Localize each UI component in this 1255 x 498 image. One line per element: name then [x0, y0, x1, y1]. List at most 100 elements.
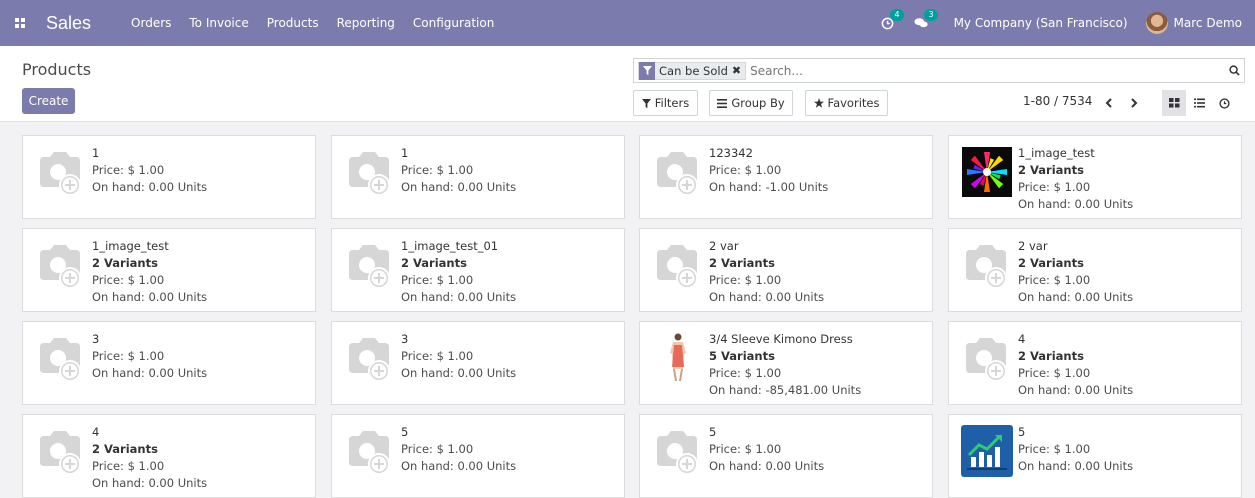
product-price: Price: $ 1.00: [401, 442, 474, 456]
product-card[interactable]: 4 2 Variants Price: $ 1.00 On hand: 0.00 Un…: [948, 321, 1242, 405]
create-button[interactable]: Create: [22, 88, 75, 114]
product-name: 3/4 Sleeve Kimono Dress: [709, 332, 853, 346]
list-view-button[interactable]: [1187, 90, 1211, 116]
group-by-button[interactable]: Group By: [709, 90, 793, 116]
product-price: Price: $ 1.00: [92, 349, 165, 363]
filter-icon: [641, 98, 651, 108]
camera-placeholder-icon: [344, 425, 396, 477]
product-name: 3: [92, 332, 100, 346]
menu-orders[interactable]: Orders: [131, 16, 171, 30]
product-price: Price: $ 1.00: [1018, 366, 1091, 380]
product-info: 5 Price: $ 1.00 On hand: 0.00 Units: [709, 424, 929, 475]
menu-configuration[interactable]: Configuration: [413, 16, 494, 30]
camera-placeholder-icon: [35, 239, 87, 291]
product-on-hand: On hand: 0.00 Units: [92, 366, 208, 380]
filters-label: Filters: [654, 96, 690, 110]
facet-label: Can be Sold: [659, 63, 728, 78]
search-icon[interactable]: [1224, 65, 1244, 76]
avatar: [1145, 12, 1168, 34]
favorites-label: Favorites: [827, 96, 880, 110]
product-variants: 2 Variants: [401, 256, 467, 270]
product-card[interactable]: 5 Price: $ 1.00 On hand: 0.00 Units: [639, 414, 933, 498]
product-name: 123342: [709, 146, 753, 160]
pager-next-button[interactable]: [1122, 90, 1146, 116]
product-info: 3 Price: $ 1.00 On hand: 0.00 Units: [401, 331, 621, 382]
product-name: 3: [401, 332, 409, 346]
product-card[interactable]: 2 var 2 Variants Price: $ 1.00 On hand: 0.0…: [639, 228, 933, 312]
product-info: 4 2 Variants Price: $ 1.00 On hand: 0.00 Un…: [1018, 331, 1238, 399]
product-info: 3/4 Sleeve Kimono Dress 5 Variants Price: …: [709, 331, 929, 399]
product-card[interactable]: 123342 Price: $ 1.00 On hand: -1.00 Units: [639, 135, 933, 219]
product-card[interactable]: 1_image_test_01 2 Variants Price: $ 1.00 On…: [331, 228, 625, 312]
product-card[interactable]: 2 var 2 Variants Price: $ 1.00 On hand: 0.0…: [948, 228, 1242, 312]
product-on-hand: On hand: 0.00 Units: [401, 366, 517, 380]
product-on-hand: On hand: 0.00 Units: [401, 459, 517, 473]
product-name: 4: [1018, 332, 1026, 346]
product-on-hand: On hand: 0.00 Units: [92, 290, 208, 304]
control-panel: Products Create Can be Sold ✖ Filters Gr…: [0, 46, 1255, 122]
facet-remove-icon[interactable]: ✖: [732, 64, 745, 77]
filters-button[interactable]: Filters: [633, 90, 698, 116]
menu-to-invoice[interactable]: To Invoice: [189, 16, 248, 30]
product-on-hand: On hand: -1.00 Units: [709, 180, 829, 194]
pager-previous-button[interactable]: [1097, 90, 1121, 116]
product-variants: 2 Variants: [1018, 349, 1084, 363]
camera-placeholder-icon: [652, 425, 704, 477]
menu-products[interactable]: Products: [267, 16, 319, 30]
messages-button[interactable]: 3: [914, 9, 938, 29]
activity-view-button[interactable]: [1212, 90, 1236, 116]
page-title: Products: [22, 60, 92, 79]
product-card[interactable]: 1_image_test 2 Variants Price: $ 1.00 On ha…: [948, 135, 1242, 219]
app-name[interactable]: Sales: [46, 13, 91, 34]
product-price: Price: $ 1.00: [1018, 180, 1091, 194]
group-by-label: Group By: [731, 96, 785, 110]
product-on-hand: On hand: -85,481.00 Units: [709, 383, 862, 397]
product-card[interactable]: 1 Price: $ 1.00 On hand: 0.00 Units: [22, 135, 316, 219]
product-info: 5 Price: $ 1.00 On hand: 0.00 Units: [401, 424, 621, 475]
activity-button[interactable]: 4: [881, 8, 904, 30]
product-variants: 2 Variants: [1018, 256, 1084, 270]
product-variants: 5 Variants: [709, 349, 775, 363]
product-price: Price: $ 1.00: [92, 273, 165, 287]
camera-placeholder-icon: [344, 146, 396, 198]
search-bar: Can be Sold ✖: [633, 58, 1245, 83]
product-on-hand: On hand: 0.00 Units: [92, 476, 208, 490]
favorites-button[interactable]: Favorites: [805, 90, 888, 116]
main-menu: Orders To Invoice Products Reporting Con…: [131, 16, 494, 30]
product-price: Price: $ 1.00: [401, 349, 474, 363]
menu-reporting[interactable]: Reporting: [337, 16, 395, 30]
camera-placeholder-icon: [344, 332, 396, 384]
product-card[interactable]: 4 2 Variants Price: $ 1.00 On hand: 0.00 Un…: [22, 414, 316, 498]
product-info: 5 Price: $ 1.00 On hand: 0.00 Units: [1018, 424, 1238, 475]
product-info: 123342 Price: $ 1.00 On hand: -1.00 Units: [709, 145, 929, 196]
product-card[interactable]: 3/4 Sleeve Kimono Dress 5 Variants Price: …: [639, 321, 933, 405]
product-name: 2 var: [709, 239, 739, 253]
product-card[interactable]: 5 Price: $ 1.00 On hand: 0.00 Units: [948, 414, 1242, 498]
product-name: 2 var: [1018, 239, 1048, 253]
apps-menu-icon[interactable]: [0, 0, 40, 46]
product-on-hand: On hand: 0.00 Units: [709, 290, 825, 304]
product-card[interactable]: 5 Price: $ 1.00 On hand: 0.00 Units: [331, 414, 625, 498]
search-input[interactable]: [750, 63, 1224, 78]
camera-placeholder-icon: [35, 332, 87, 384]
pager-value[interactable]: 1-80 / 7534: [1023, 94, 1092, 108]
company-switcher[interactable]: My Company (San Francisco): [954, 16, 1128, 30]
product-info: 1 Price: $ 1.00 On hand: 0.00 Units: [92, 145, 312, 196]
filter-icon: [639, 61, 655, 80]
product-card[interactable]: 1 Price: $ 1.00 On hand: 0.00 Units: [331, 135, 625, 219]
user-name: Marc Demo: [1173, 16, 1242, 30]
user-menu[interactable]: Marc Demo: [1145, 12, 1242, 34]
product-card[interactable]: 1_image_test 2 Variants Price: $ 1.00 On ha…: [22, 228, 316, 312]
activity-badge: 4: [890, 8, 904, 21]
product-price: Price: $ 1.00: [1018, 442, 1091, 456]
product-info: 1_image_test 2 Variants Price: $ 1.00 On ha…: [92, 238, 312, 306]
product-image: [961, 146, 1013, 198]
kanban-view-button[interactable]: [1162, 90, 1186, 116]
product-image: [961, 425, 1013, 477]
product-card[interactable]: 3 Price: $ 1.00 On hand: 0.00 Units: [22, 321, 316, 405]
product-price: Price: $ 1.00: [1018, 273, 1091, 287]
product-card[interactable]: 3 Price: $ 1.00 On hand: 0.00 Units: [331, 321, 625, 405]
product-variants: 2 Variants: [92, 442, 158, 456]
list-icon: [1193, 98, 1205, 108]
camera-placeholder-icon: [652, 146, 704, 198]
